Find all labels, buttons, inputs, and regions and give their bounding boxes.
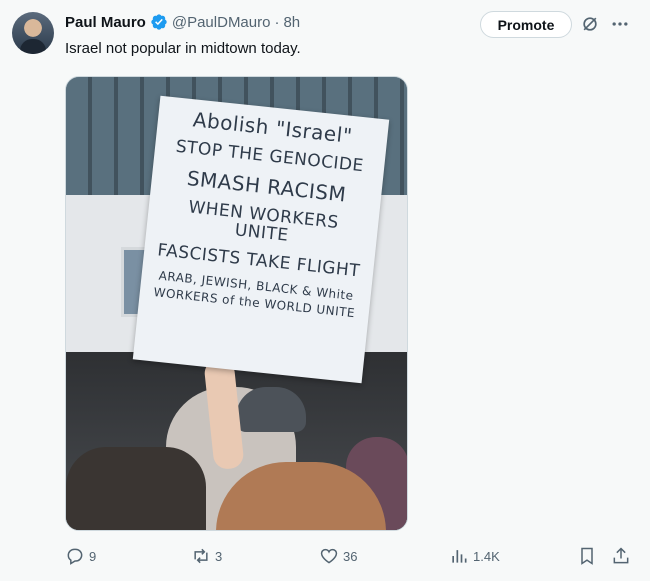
tweet-header: Paul Mauro @PaulDMauro · 8h [65, 12, 300, 32]
bookmark-icon [581, 547, 593, 565]
views-icon [452, 550, 467, 563]
bookmark-button[interactable] [577, 545, 601, 567]
verified-badge-icon [151, 14, 167, 30]
tweet-text: Israel not popular in midtown today. [65, 40, 301, 57]
share-button[interactable] [611, 545, 635, 567]
like-button[interactable]: 36 [319, 545, 357, 567]
tweet-photo[interactable]: Abolish "Israel" STOP THE GENOCIDE SMASH… [65, 76, 408, 531]
grok-icon[interactable] [580, 14, 600, 34]
repost-icon [194, 548, 208, 564]
reply-count: 9 [89, 548, 97, 564]
repost-count: 3 [215, 548, 223, 564]
views-button[interactable]: 1.4K [449, 545, 500, 567]
views-count: 1.4K [473, 548, 500, 564]
protest-sign: Abolish "Israel" STOP THE GENOCIDE SMASH… [132, 95, 390, 384]
like-icon [320, 548, 338, 564]
crowd-person [66, 447, 206, 530]
promote-button[interactable]: Promote [480, 11, 572, 38]
avatar[interactable] [12, 12, 54, 54]
crowd-cap [236, 387, 306, 432]
more-icon[interactable] [610, 14, 630, 34]
repost-button[interactable]: 3 [191, 545, 222, 567]
handle[interactable]: @PaulDMauro [172, 14, 271, 31]
share-icon [613, 547, 629, 564]
display-name[interactable]: Paul Mauro [65, 14, 146, 31]
separator-dot: · [274, 13, 280, 31]
timestamp[interactable]: 8h [283, 14, 300, 31]
reply-button[interactable]: 9 [65, 545, 96, 567]
action-bar: 9 3 36 1.4K [65, 545, 635, 567]
like-count: 36 [343, 548, 358, 564]
reply-icon [67, 548, 83, 565]
